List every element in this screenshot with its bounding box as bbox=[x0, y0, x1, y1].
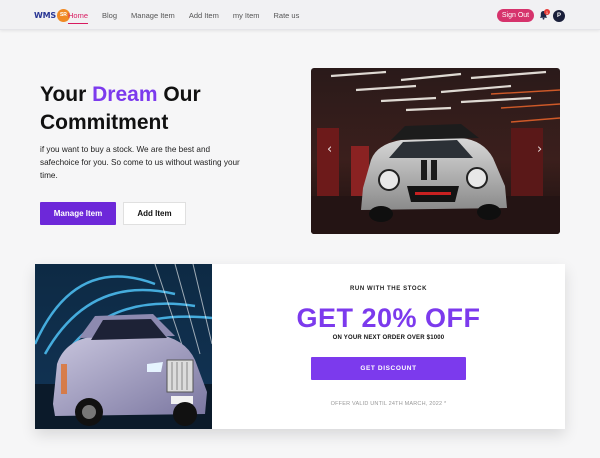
chevron-right-icon[interactable]: › bbox=[537, 142, 542, 157]
chevron-left-icon[interactable]: ‹ bbox=[327, 142, 332, 157]
nav-link-my-item[interactable]: my Item bbox=[233, 11, 260, 24]
navbar: WMS SR Home Blog Manage Item Add Item my… bbox=[0, 0, 600, 30]
nav-link-rate-us[interactable]: Rate us bbox=[274, 11, 300, 24]
sign-out-button[interactable]: Sign Out bbox=[497, 9, 534, 22]
hero-description: if you want to buy a stock. We are the b… bbox=[40, 145, 240, 180]
add-item-button[interactable]: Add Item bbox=[123, 202, 186, 225]
car-garage-image bbox=[311, 68, 560, 234]
get-discount-button[interactable]: GET DISCOUNT bbox=[311, 357, 466, 380]
hero-title-part1: Your bbox=[40, 83, 93, 106]
nav-link-manage-item[interactable]: Manage Item bbox=[131, 11, 175, 24]
promo-car-image bbox=[35, 264, 212, 429]
nav-link-blog[interactable]: Blog bbox=[102, 11, 117, 24]
logo-text: WMS bbox=[34, 10, 56, 20]
hero-title-accent: Dream bbox=[92, 83, 158, 106]
promo-headline: GET 20% OFF bbox=[296, 303, 481, 333]
hero-title: Your Dream Our Commitment bbox=[40, 81, 280, 137]
nav-link-home[interactable]: Home bbox=[68, 11, 89, 24]
hero-title-part2: Our bbox=[157, 83, 201, 106]
promo-subline: ON YOUR NEXT ORDER OVER $1000 bbox=[332, 335, 445, 341]
promo-validity: OFFER VALID UNTIL 24TH MARCH, 2022 * bbox=[330, 401, 447, 407]
notification-badge: 1 bbox=[544, 9, 550, 15]
manage-item-button[interactable]: Manage Item bbox=[40, 202, 116, 225]
nav-link-add-item[interactable]: Add Item bbox=[189, 11, 219, 24]
nav-links: Home Blog Manage Item Add Item my Item R… bbox=[68, 11, 313, 24]
logo[interactable]: WMS SR bbox=[34, 8, 70, 22]
avatar[interactable]: P bbox=[553, 10, 565, 22]
hero-carousel[interactable]: ‹ › bbox=[311, 68, 560, 234]
hero-title-line2: Commitment bbox=[40, 111, 169, 134]
promo-eyebrow: RUN WITH THE STOCK bbox=[349, 286, 428, 292]
promo-banner: RUN WITH THE STOCK GET 20% OFF ON YOUR N… bbox=[35, 264, 565, 429]
